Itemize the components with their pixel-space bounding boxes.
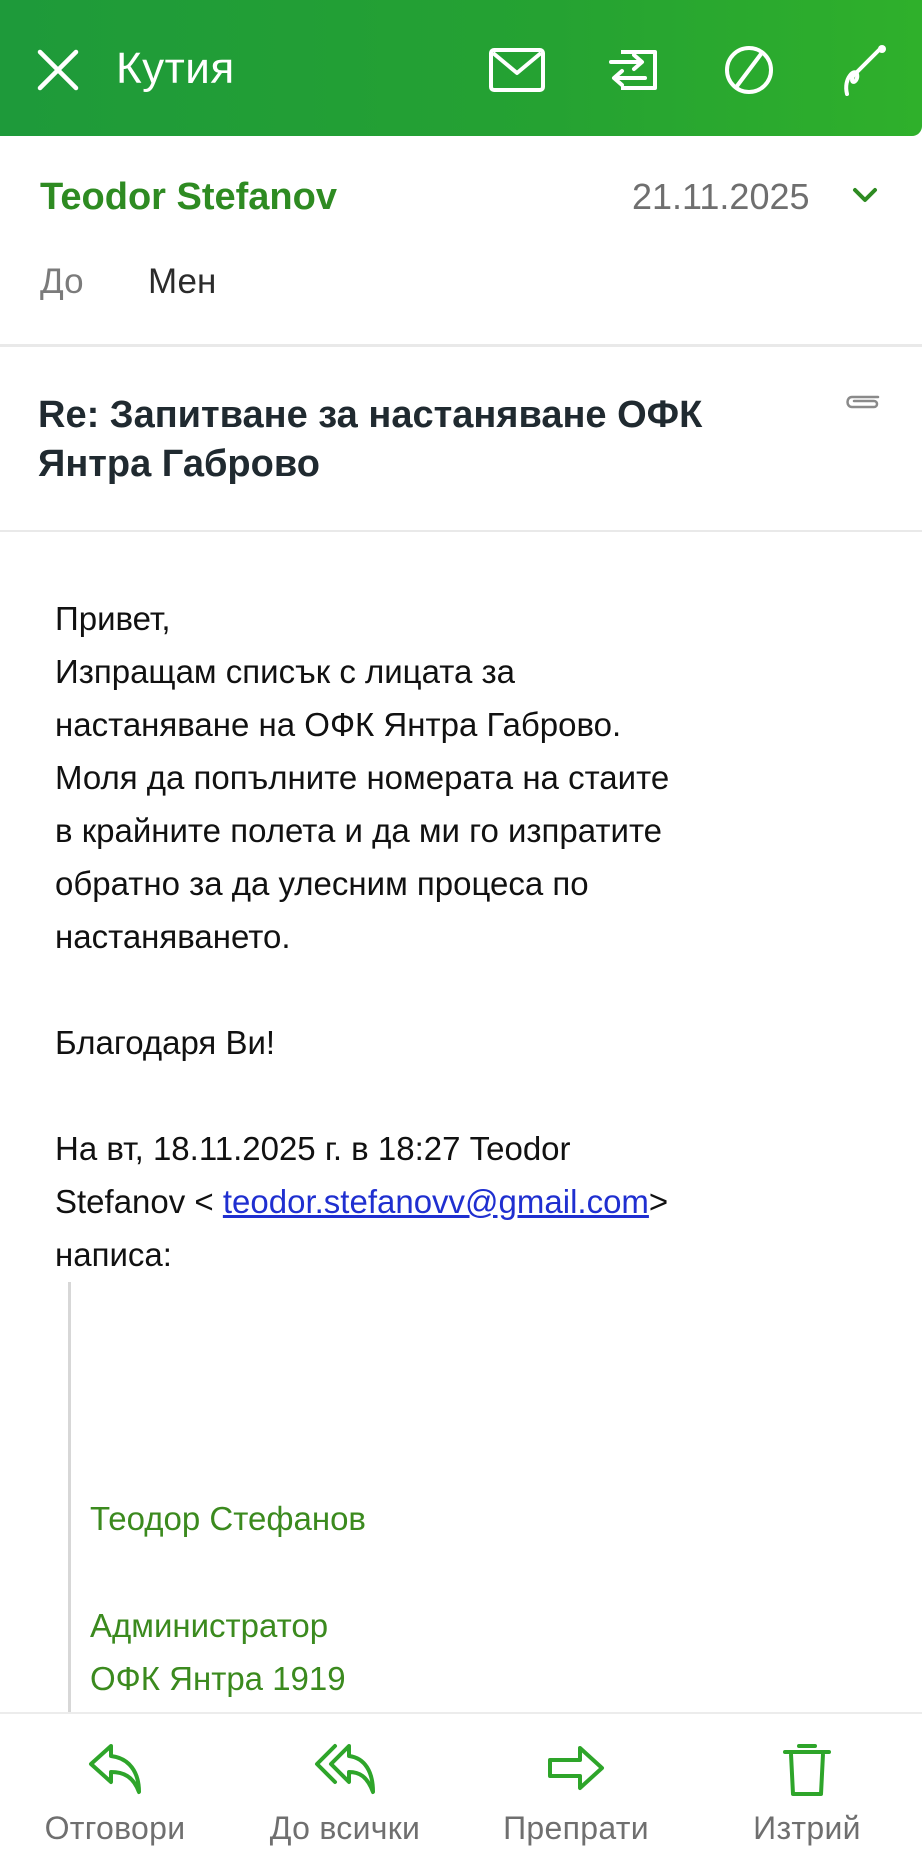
thanks-line: Благодаря Ви!	[55, 1024, 276, 1061]
reply-all-button[interactable]: До всички	[230, 1714, 460, 1862]
delete-button[interactable]: Изтрий	[692, 1714, 922, 1862]
subject-line: Re: Запитване за настаняване ОФК	[38, 394, 703, 436]
recipient-value[interactable]: Мен	[148, 262, 216, 302]
top-app-bar: Кутия	[0, 0, 922, 136]
message-header: Teodor Stefanov 21.11.2025 До Мен	[0, 136, 922, 346]
envelope-icon[interactable]	[485, 38, 549, 102]
message-body: Привет, Изпращам списък с лицата за наст…	[55, 592, 895, 1281]
body-line: Привет,	[55, 600, 171, 637]
recipient-label: До	[40, 262, 84, 301]
reply-all-icon	[313, 1736, 377, 1800]
subject-section: Re: Запитване за настаняване ОФК Янтра Г…	[0, 347, 922, 531]
signature-name: Теодор Стефанов	[90, 1500, 366, 1537]
reply-label: Отговори	[44, 1810, 186, 1846]
quote-wrote: написа:	[55, 1236, 172, 1273]
message-subject: Re: Запитване за настаняване ОФК Янтра Г…	[38, 391, 798, 489]
chevron-down-icon[interactable]	[845, 176, 885, 216]
folder-title: Кутия	[116, 44, 235, 93]
block-icon[interactable]	[717, 38, 781, 102]
email-link[interactable]: teodor.stefanovv@gmail.com	[223, 1183, 649, 1220]
quote-bar	[68, 1282, 71, 1712]
subject-line: Янтра Габрово	[38, 443, 320, 485]
quote-sender-line: Stefanov < teodor.stefanovv@gmail.com>	[55, 1175, 895, 1228]
body-line: настаняването.	[55, 918, 291, 955]
reply-all-label: До всички	[269, 1810, 421, 1846]
paperclip-icon	[840, 389, 882, 415]
forward-label: Препрати	[503, 1810, 649, 1846]
delete-label: Изтрий	[753, 1810, 861, 1846]
forward-icon	[544, 1736, 608, 1800]
flag-icon[interactable]	[833, 38, 897, 102]
body-line: настаняване на ОФК Янтра Габрово.	[55, 706, 622, 743]
quote-name-prefix: Stefanov <	[55, 1183, 223, 1220]
body-line: обратно за да улесним процеса по	[55, 865, 589, 902]
quote-name-suffix: >	[648, 1183, 669, 1220]
reply-icon	[83, 1736, 147, 1800]
sender-name[interactable]: Teodor Stefanov	[40, 176, 337, 219]
message-date: 21.11.2025	[632, 176, 810, 217]
signature-org: ОФК Янтра 1919	[90, 1660, 346, 1697]
divider	[0, 530, 922, 532]
body-line: Изпращам списък с лицата за	[55, 653, 515, 690]
close-icon[interactable]	[26, 38, 90, 102]
signature-role: Администратор	[90, 1607, 329, 1644]
move-to-icon[interactable]	[601, 38, 665, 102]
body-line: в крайните полета и да ми го изпратите	[55, 812, 663, 849]
reply-button[interactable]: Отговори	[0, 1714, 230, 1862]
quote-intro: На вт, 18.11.2025 г. в 18:27 Teodor	[55, 1130, 571, 1167]
body-line: Моля да попълните номерата на стаите	[55, 759, 670, 796]
forward-button[interactable]: Препрати	[461, 1714, 691, 1862]
bottom-action-bar: Отговори До всички Препрати Изтрий	[0, 1712, 922, 1862]
trash-icon	[775, 1736, 839, 1800]
